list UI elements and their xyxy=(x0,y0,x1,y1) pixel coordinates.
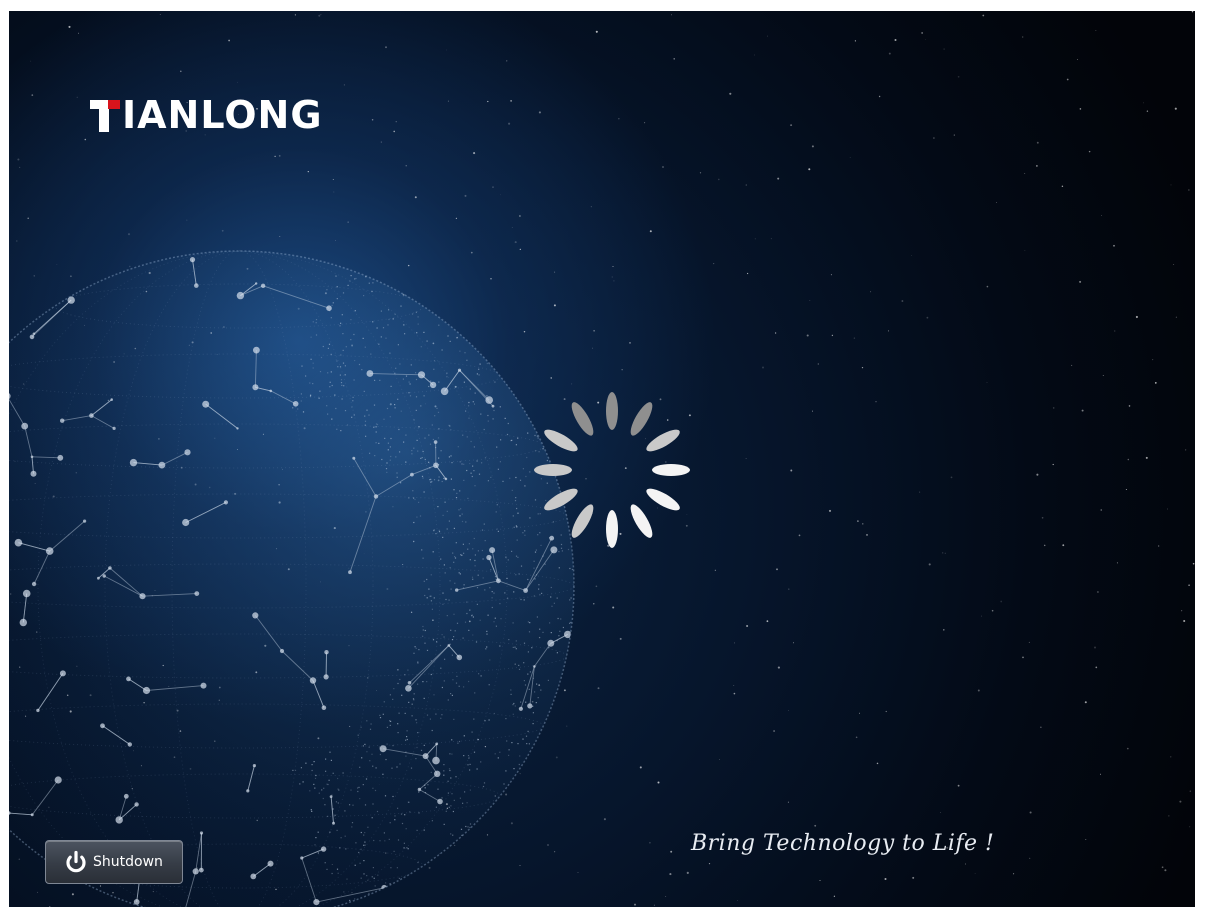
spinner-petal xyxy=(630,402,653,436)
tianlong-logo: IANLONG xyxy=(90,95,323,135)
power-icon xyxy=(66,850,86,873)
boot-screen: IANLONG Bring Technology to Life ! Shutd… xyxy=(9,11,1195,907)
spinner-petal xyxy=(630,504,653,538)
shutdown-button[interactable]: Shutdown xyxy=(45,840,183,884)
shutdown-label: Shutdown xyxy=(93,854,163,870)
spinner-petal xyxy=(544,429,578,452)
loading-spinner-icon xyxy=(534,392,690,548)
spinner-petal xyxy=(646,488,680,511)
spinner-petal xyxy=(534,464,572,476)
spinner-petal xyxy=(646,429,680,452)
logo-text: IANLONG xyxy=(122,93,323,137)
spinner-petal xyxy=(652,464,690,476)
spinner-petal xyxy=(571,402,594,436)
spinner-petal xyxy=(571,504,594,538)
spinner-petal xyxy=(606,392,618,430)
spinner-petal xyxy=(606,510,618,548)
spinner-petal xyxy=(544,488,578,511)
logo-t-mark xyxy=(90,98,120,132)
tagline: Bring Technology to Life ! xyxy=(691,831,995,856)
